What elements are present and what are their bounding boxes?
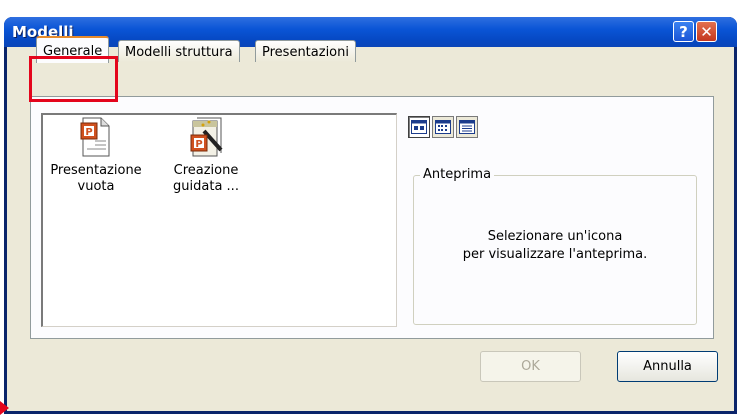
powerpoint-document-icon: P [80,117,110,157]
cancel-button-label: Annulla [643,359,692,374]
help-icon: ? [679,22,688,41]
template-label-line2: vuota [77,179,115,194]
large-icons-view-icon [411,120,427,134]
list-view-icon [435,120,451,134]
tab-panel: P Presentazione vuota P Creazione guidat… [30,96,714,339]
title-bar[interactable]: Modelli ? ✕ [4,17,737,47]
preview-message-line2: per visualizzare l'anteprima. [462,247,648,262]
preview-legend: Anteprima [420,167,495,182]
template-label-line2: guidata ... [173,179,239,194]
powerpoint-wizard-icon: P [190,117,223,157]
tab-modelli-struttura[interactable]: Modelli struttura [118,40,240,62]
tab-label: Modelli struttura [125,45,233,60]
tab-generale[interactable]: Generale [36,36,110,63]
details-view-button[interactable] [456,116,478,138]
tab-presentazioni[interactable]: Presentazioni [255,40,356,62]
template-item-wizard[interactable]: P Creazione guidata ... [156,117,256,195]
tab-label: Presentazioni [262,45,349,60]
list-view-button[interactable] [432,116,454,138]
close-icon: ✕ [700,22,713,41]
preview-group: Anteprima Selezionare un'icona per visua… [413,167,697,325]
help-button[interactable]: ? [673,21,694,42]
template-item-blank[interactable]: P Presentazione vuota [46,117,146,195]
ok-button-label: OK [521,359,540,374]
view-toolbar [408,116,478,138]
template-label-line1: Creazione [173,163,239,178]
ok-button[interactable]: OK [480,351,581,382]
preview-message-line1: Selezionare un'icona [487,229,623,244]
preview-message: Selezionare un'icona per visualizzare l'… [414,228,696,264]
details-view-icon [459,120,475,134]
svg-text:P: P [195,139,202,150]
template-label-line1: Presentazione [50,163,142,178]
template-list[interactable]: P Presentazione vuota P Creazione guidat… [41,113,397,327]
large-icons-view-button[interactable] [408,116,430,138]
close-button[interactable]: ✕ [696,21,717,42]
tab-label: Generale [43,44,103,59]
pointer-arrow-icon [0,401,9,415]
svg-text:P: P [85,127,92,138]
cancel-button[interactable]: Annulla [617,351,718,382]
